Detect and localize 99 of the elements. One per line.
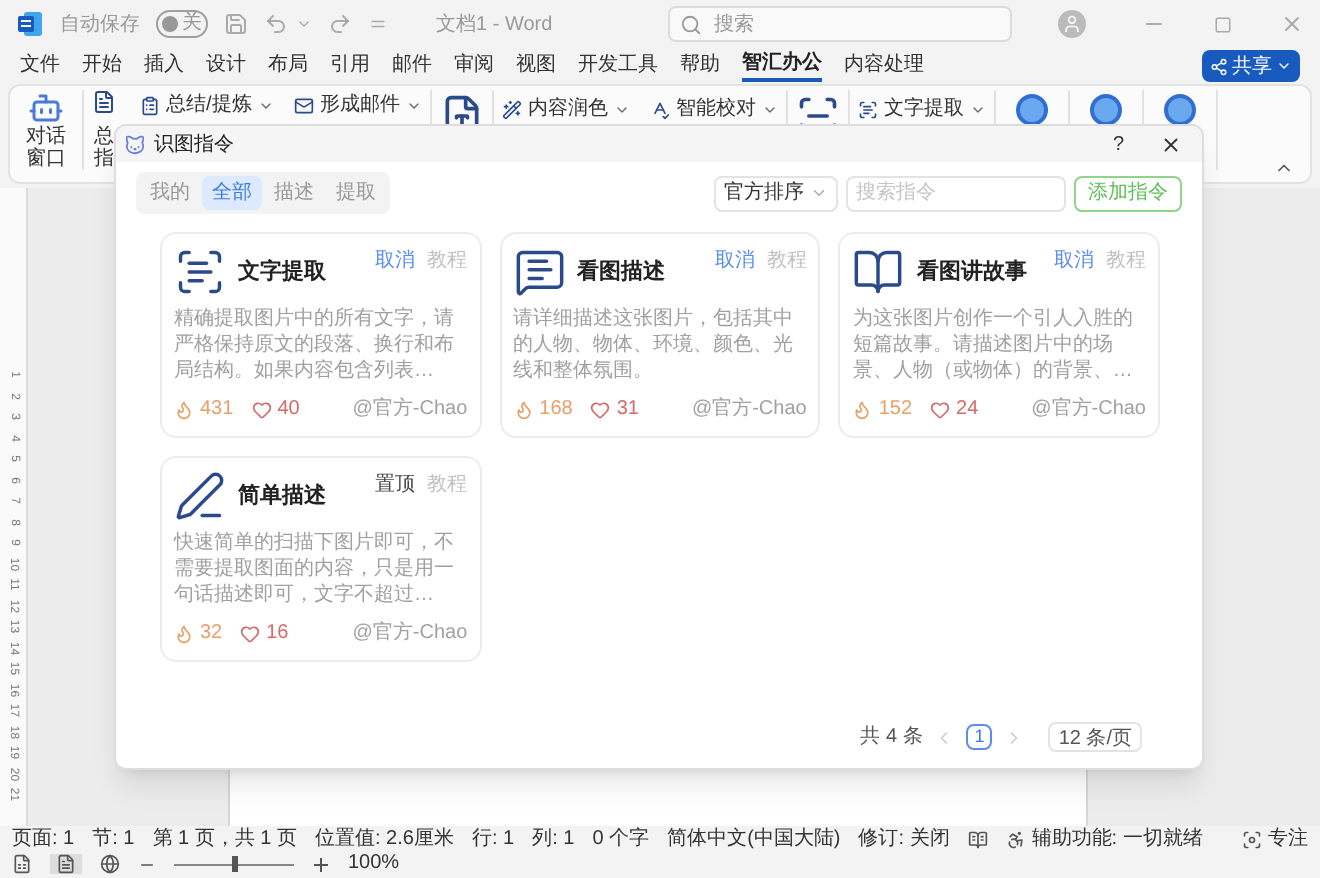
scan-text-icon xyxy=(174,246,226,298)
autosave-label: 自动保存 xyxy=(60,11,140,39)
menu-tab[interactable]: 文件 xyxy=(20,50,60,82)
card-title: 简单描述 xyxy=(238,481,326,512)
share-icon xyxy=(1210,57,1228,75)
print-layout-button[interactable] xyxy=(50,854,82,874)
pin-link[interactable]: 置顶 xyxy=(375,470,416,500)
status-item[interactable]: 简体中文(中国大陆) xyxy=(667,828,841,852)
book-icon xyxy=(852,246,905,298)
caret-icon xyxy=(810,184,828,202)
like-count: 16 xyxy=(266,620,289,648)
document-icon xyxy=(92,90,116,114)
document-title: 文档1 - Word xyxy=(436,11,553,39)
like-count: 24 xyxy=(956,396,979,424)
sort-select[interactable]: 官方排序 xyxy=(714,175,838,211)
card-description: 为这张图片创作一个引人入胜的短篇故事。请描述图片中的场景、人物（或物体）的背景、… xyxy=(852,306,1135,384)
card-title: 看图讲故事 xyxy=(916,257,1027,288)
cat-icon xyxy=(124,133,146,155)
focus-icon[interactable] xyxy=(1242,830,1262,850)
accessibility-icon[interactable] xyxy=(1005,830,1026,850)
card-description: 请详细描述这张图片，包括其中的人物、物体、环境、颜色、光线和整体氛围。 xyxy=(513,306,796,384)
menu-tab[interactable]: 引用 xyxy=(330,50,370,82)
heart-icon xyxy=(240,623,261,643)
wand-icon xyxy=(501,99,522,119)
view-count: 152 xyxy=(878,396,913,424)
ribbon-button[interactable]: 总结/提炼 xyxy=(140,90,274,120)
read-mode-icon[interactable] xyxy=(12,854,32,874)
menu-tab[interactable]: 开始 xyxy=(82,50,122,82)
caret-icon xyxy=(1276,58,1292,74)
status-item[interactable]: 位置值: 2.6厘米 xyxy=(315,828,454,852)
message-icon xyxy=(513,246,566,298)
card-title: 文字提取 xyxy=(238,257,326,288)
status-item[interactable]: 0 个字 xyxy=(592,828,650,852)
menu-tab[interactable]: 邮件 xyxy=(392,50,432,82)
zoom-in-icon[interactable] xyxy=(312,855,330,873)
search-field[interactable]: 搜索指令 xyxy=(846,175,1066,211)
book-icon[interactable] xyxy=(967,830,988,850)
status-item[interactable]: 节: 1 xyxy=(92,828,135,852)
menu-tab[interactable]: 视图 xyxy=(516,50,556,82)
focus-button[interactable]: 专注 xyxy=(1268,828,1308,852)
menu-tab[interactable]: 插入 xyxy=(144,50,184,82)
flame-icon xyxy=(174,623,194,643)
command-card[interactable]: 简单描述 置顶 教程 快速简单的扫描下图片即可，不需要提取图面的内容，只是用一句话描述即可，文字不超过… 32 16 @官方-Chao xyxy=(160,456,482,662)
page-size-select[interactable]: 12 条/页 xyxy=(1048,722,1142,752)
status-item[interactable]: 行: 1 xyxy=(471,828,515,852)
ribbon-button[interactable]: 形成邮件 xyxy=(293,90,422,120)
word-logo-icon xyxy=(16,10,44,38)
card-author: @官方-Chao xyxy=(352,395,468,424)
card-description: 快速简单的扫描下图片即可，不需要提取图面的内容，只是用一句话描述即可，文字不超过… xyxy=(174,530,456,608)
status-item[interactable]: 页面: 1 xyxy=(12,828,75,852)
ribbon-button[interactable]: 文字提取 xyxy=(857,94,986,124)
search-icon xyxy=(680,13,703,35)
dialog-title: 识图指令 xyxy=(154,131,234,159)
flame-icon xyxy=(513,399,534,419)
heart-icon xyxy=(251,399,272,419)
search-field[interactable]: 搜索 xyxy=(668,6,1013,42)
flame-icon xyxy=(174,399,194,419)
web-layout-icon[interactable] xyxy=(100,854,120,874)
like-count: 40 xyxy=(277,396,300,424)
ribbon-button[interactable]: 智能校对 xyxy=(649,94,778,124)
card-title: 看图描述 xyxy=(577,257,666,288)
view-count: 168 xyxy=(539,396,573,424)
clipboard-icon xyxy=(140,95,160,115)
ribbon-button[interactable]: 内容润色 xyxy=(501,94,630,124)
ribbon-large-button[interactable]: 总 指 xyxy=(92,90,116,170)
total-count: 共 4 条 xyxy=(860,723,923,752)
mail-icon xyxy=(293,95,314,115)
card-author: @官方-Chao xyxy=(1031,395,1146,424)
card-author: @官方-Chao xyxy=(691,395,807,424)
menu-tab[interactable]: 开发工具 xyxy=(578,50,658,82)
flame-icon xyxy=(852,399,873,419)
menu-tab[interactable]: 布局 xyxy=(268,50,308,82)
status-item[interactable]: 第 1 页，共 1 页 xyxy=(152,828,297,852)
heart-icon xyxy=(590,399,611,419)
card-author: @官方-Chao xyxy=(352,619,468,648)
share-button[interactable]: 共享 xyxy=(1202,50,1300,82)
ribbon-large-button[interactable]: 对话 窗口 xyxy=(18,90,74,170)
menu-tab[interactable]: 帮助 xyxy=(680,50,720,82)
zoom-slider-thumb[interactable] xyxy=(232,856,238,872)
accessibility-status[interactable]: 辅助功能: 一切就绪 xyxy=(1031,828,1203,852)
zoom-percent[interactable]: 100% xyxy=(348,852,400,876)
robot-icon xyxy=(28,90,64,126)
close-icon[interactable] xyxy=(1160,133,1182,155)
heart-icon xyxy=(930,399,951,419)
like-count: 31 xyxy=(616,396,639,424)
page-button[interactable]: 1 xyxy=(966,724,993,750)
pencil-icon xyxy=(174,470,226,522)
status-item[interactable]: 修订: 关闭 xyxy=(858,828,950,852)
scan-text-icon xyxy=(857,99,878,119)
card-description: 精确提取图片中的所有文字，请严格保持原文的段落、换行和布局结构。如果内容包含列表… xyxy=(174,306,456,384)
page-icon xyxy=(56,854,76,874)
menu-tab[interactable]: 审阅 xyxy=(454,50,494,82)
view-count: 431 xyxy=(200,396,234,424)
help-button[interactable]: ? xyxy=(1112,129,1124,159)
menu-tab[interactable]: 设计 xyxy=(206,50,246,82)
view-count: 32 xyxy=(200,620,223,648)
status-item[interactable]: 列: 1 xyxy=(532,828,575,852)
spellcheck-icon xyxy=(649,99,670,119)
menu-tab[interactable]: 内容处理 xyxy=(844,50,924,82)
